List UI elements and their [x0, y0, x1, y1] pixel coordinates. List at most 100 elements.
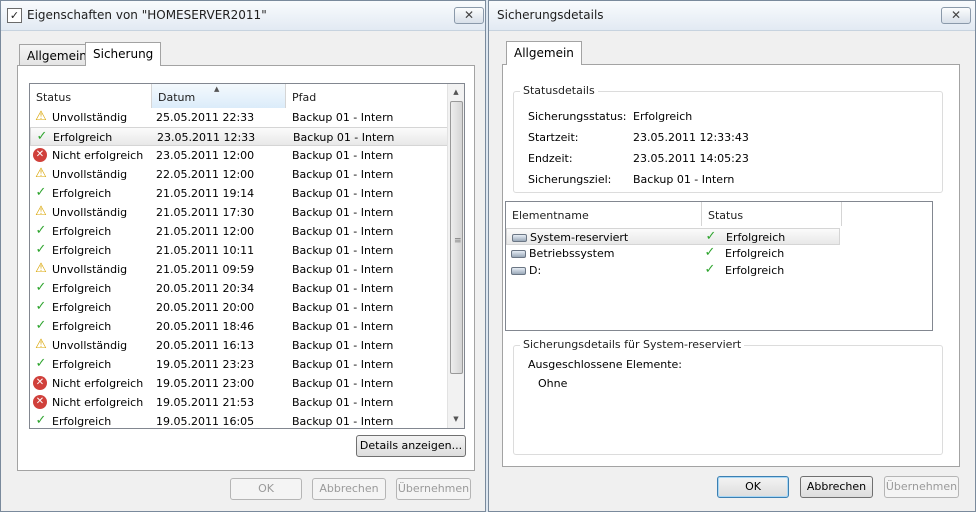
- date-cell: 21.05.2011 12:00: [156, 225, 255, 238]
- path-cell: Backup 01 - Intern: [292, 263, 394, 276]
- date-cell: 20.05.2011 20:00: [156, 301, 255, 314]
- table-row[interactable]: ✓ Erfolgreich 20.05.2011 18:46 Backup 01 - …: [30, 317, 448, 336]
- path-cell: Backup 01 - Intern: [292, 339, 394, 352]
- table-row[interactable]: ✓ Erfolgreich 20.05.2011 20:34 Backup 01 - …: [30, 279, 448, 298]
- cancel-button[interactable]: Abbrechen: [312, 478, 386, 500]
- details-close-button[interactable]: ✕: [941, 7, 971, 24]
- ok-button[interactable]: OK: [717, 476, 789, 498]
- table-row[interactable]: ✓ Erfolgreich 21.05.2011 12:00 Backup 01 - …: [30, 222, 448, 241]
- sort-ascending-icon: ▲: [214, 85, 220, 93]
- ok-button[interactable]: OK: [230, 478, 302, 500]
- element-list[interactable]: Elementname Status System-reserviert ✓ Erf…: [505, 201, 933, 331]
- status-cell: Erfolgreich: [52, 320, 112, 333]
- scroll-down-icon[interactable]: ▼: [448, 411, 464, 428]
- drive-icon: [511, 250, 526, 258]
- scroll-thumb[interactable]: ≡: [450, 101, 463, 374]
- check-icon: ✓: [704, 245, 716, 260]
- path-cell: Backup 01 - Intern: [292, 301, 394, 314]
- check-icon: ✓: [35, 280, 47, 295]
- error-icon: ✕: [33, 395, 47, 409]
- date-cell: 20.05.2011 16:13: [156, 339, 255, 352]
- table-row[interactable]: ⚠ Unvollständig 21.05.2011 17:30 Backup 01 …: [30, 203, 448, 222]
- sicherungsziel-value: Backup 01 - Intern: [633, 173, 735, 186]
- column-header-status[interactable]: Status: [30, 84, 152, 108]
- date-cell: 23.05.2011 12:00: [156, 149, 255, 162]
- table-row[interactable]: ✕ Nicht erfolgreich 23.05.2011 12:00 Backup…: [30, 146, 448, 165]
- column-header-pfad[interactable]: Pfad: [286, 84, 448, 108]
- scroll-up-icon[interactable]: ▲: [448, 84, 464, 101]
- table-row[interactable]: ⚠ Unvollständig 22.05.2011 12:00 Backup 01 …: [30, 165, 448, 184]
- element-name-cell: Betriebssystem: [529, 247, 615, 260]
- element-row[interactable]: D: ✓ Erfolgreich: [506, 262, 840, 279]
- column-header-datum[interactable]: ▲ Datum: [152, 84, 286, 108]
- apply-button[interactable]: Übernehmen: [396, 478, 471, 500]
- backup-list[interactable]: Status ▲ Datum Pfad ⚠ Unvollständig 25.05.…: [29, 83, 465, 429]
- table-row[interactable]: ✓ Erfolgreich 21.05.2011 10:11 Backup 01 - …: [30, 241, 448, 260]
- path-cell: Backup 01 - Intern: [292, 244, 394, 257]
- table-row[interactable]: ⚠ Unvollständig 20.05.2011 16:13 Backup 01 …: [30, 336, 448, 355]
- check-icon: ✓: [35, 242, 47, 257]
- element-status-cell: Erfolgreich: [725, 264, 785, 277]
- status-cell: Erfolgreich: [52, 282, 112, 295]
- status-cell: Unvollständig: [52, 263, 128, 276]
- backup-details-window: Sicherungsdetails ✕ Allgemein Statusdeta…: [488, 0, 976, 512]
- path-cell: Backup 01 - Intern: [292, 282, 394, 295]
- path-cell: Backup 01 - Intern: [292, 320, 394, 333]
- excluded-elements-value: Ohne: [538, 377, 568, 390]
- path-cell: Backup 01 - Intern: [293, 131, 395, 144]
- sicherungsdetails-group-label: Sicherungsdetails für System-reserviert: [520, 338, 745, 351]
- table-row[interactable]: ✓ Erfolgreich 19.05.2011 16:05 Backup 01 - …: [30, 412, 448, 428]
- path-cell: Backup 01 - Intern: [292, 111, 394, 124]
- status-cell: Nicht erfolgreich: [52, 396, 144, 409]
- table-row[interactable]: ✕ Nicht erfolgreich 19.05.2011 23:00 Backup…: [30, 374, 448, 393]
- element-row[interactable]: Betriebssystem ✓ Erfolgreich: [506, 245, 840, 262]
- details-titlebar[interactable]: Sicherungsdetails ✕: [489, 1, 975, 31]
- column-header-status[interactable]: Status: [702, 202, 842, 226]
- warning-icon: ⚠: [35, 204, 47, 219]
- check-icon: ✓: [35, 318, 47, 333]
- apply-button[interactable]: Übernehmen: [884, 476, 959, 498]
- check-icon: ✓: [35, 356, 47, 371]
- date-cell: 21.05.2011 19:14: [156, 187, 255, 200]
- path-cell: Backup 01 - Intern: [292, 415, 394, 428]
- error-icon: ✕: [33, 148, 47, 162]
- sicherungsstatus-value: Erfolgreich: [633, 110, 693, 123]
- table-row[interactable]: ✓ Erfolgreich 21.05.2011 19:14 Backup 01 - …: [30, 184, 448, 203]
- element-row[interactable]: System-reserviert ✓ Erfolgreich: [506, 228, 840, 245]
- element-status-cell: Erfolgreich: [726, 231, 786, 244]
- check-icon: ✓: [704, 262, 716, 277]
- path-cell: Backup 01 - Intern: [292, 187, 394, 200]
- sicherungsziel-label: Sicherungsziel:: [528, 173, 612, 186]
- table-row[interactable]: ⚠ Unvollständig 25.05.2011 22:33 Backup 01 …: [30, 108, 448, 127]
- column-header-elementname[interactable]: Elementname: [506, 202, 702, 226]
- status-cell: Erfolgreich: [52, 244, 112, 257]
- check-icon: ✓: [36, 129, 48, 144]
- check-icon: ✓: [35, 185, 47, 200]
- table-row[interactable]: ✕ Nicht erfolgreich 19.05.2011 21:53 Backup…: [30, 393, 448, 412]
- status-cell: Unvollständig: [52, 168, 128, 181]
- table-row[interactable]: ✓ Erfolgreich 19.05.2011 23:23 Backup 01 - …: [30, 355, 448, 374]
- error-icon: ✕: [33, 376, 47, 390]
- cancel-button[interactable]: Abbrechen: [800, 476, 873, 498]
- warning-icon: ⚠: [35, 337, 47, 352]
- tab-allgemein[interactable]: Allgemein: [19, 44, 95, 66]
- status-cell: Unvollständig: [52, 339, 128, 352]
- vertical-scrollbar[interactable]: ▲ ≡ ▼: [447, 84, 464, 428]
- table-row[interactable]: ✓ Erfolgreich 20.05.2011 20:00 Backup 01 - …: [30, 298, 448, 317]
- date-cell: 23.05.2011 12:33: [157, 131, 256, 144]
- status-cell: Erfolgreich: [52, 225, 112, 238]
- element-name-cell: D:: [529, 264, 542, 277]
- details-anzeigen-button[interactable]: Details anzeigen...: [356, 435, 466, 457]
- element-name-cell: System-reserviert: [530, 231, 629, 244]
- element-status-cell: Erfolgreich: [725, 247, 785, 260]
- date-cell: 20.05.2011 18:46: [156, 320, 255, 333]
- tab-sicherung[interactable]: Sicherung: [85, 42, 162, 66]
- table-row[interactable]: ✓ Erfolgreich 23.05.2011 12:33 Backup 01 - …: [30, 127, 448, 146]
- tab-allgemein-details[interactable]: Allgemein: [506, 41, 582, 65]
- properties-close-button[interactable]: ✕: [454, 7, 484, 24]
- check-icon: ✓: [35, 299, 47, 314]
- date-cell: 21.05.2011 09:59: [156, 263, 255, 276]
- table-row[interactable]: ⚠ Unvollständig 21.05.2011 09:59 Backup 01 …: [30, 260, 448, 279]
- column-header-datum-label: Datum: [158, 91, 196, 104]
- properties-titlebar[interactable]: ✓ Eigenschaften von "HOMESERVER2011" ✕: [1, 1, 485, 31]
